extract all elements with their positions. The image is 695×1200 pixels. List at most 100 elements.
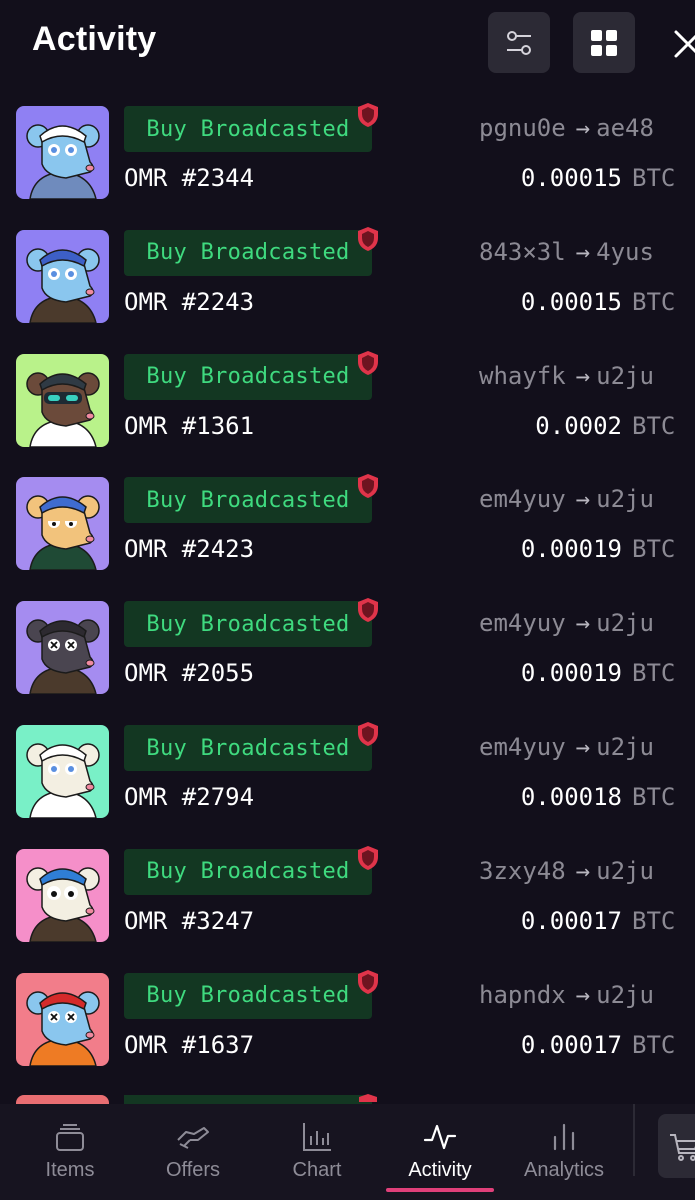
price-currency: BTC (632, 1030, 676, 1059)
from-address[interactable]: 3zxy48 (479, 857, 566, 885)
status-badge: Buy Broadcasted (124, 229, 372, 276)
nft-name[interactable]: OMR #2055 (124, 659, 254, 687)
activity-row[interactable]: Buy Broadcasted OMR #2794 em4yuy → u2ju 0.000… (0, 711, 695, 835)
status-badge (124, 1095, 372, 1104)
status-badge: Buy Broadcasted (124, 848, 372, 895)
grid-icon (591, 29, 617, 56)
arrow-right-icon: → (575, 733, 591, 761)
activity-row[interactable]: Buy Broadcasted OMR #1361 whayfk → u2ju 0.000… (0, 340, 695, 464)
from-address[interactable]: whayfk (479, 362, 566, 390)
shield-icon (358, 598, 378, 623)
to-address[interactable]: u2ju (596, 362, 654, 390)
header: Activity (0, 0, 695, 92)
nft-thumbnail[interactable] (16, 601, 109, 695)
price-value: 0.00017 (520, 1030, 622, 1059)
tab-chart[interactable]: Chart (255, 1104, 379, 1200)
nft-name[interactable]: OMR #1637 (124, 1031, 254, 1059)
nft-name[interactable]: OMR #1361 (124, 412, 254, 440)
nft-thumbnail[interactable] (16, 229, 109, 323)
shield-icon (358, 845, 378, 870)
price-currency: BTC (632, 783, 676, 811)
filter-button[interactable] (488, 12, 550, 73)
shield-icon (359, 1094, 377, 1102)
from-address[interactable]: hapndx (479, 981, 566, 1009)
transfer-route: whayfk → u2ju (479, 362, 654, 390)
activity-list: Buy Broadcasted OMR #2344 pgnu0e → ae48 0.000… (0, 92, 695, 1104)
tab-label: Chart (292, 1159, 342, 1181)
from-address[interactable]: pgnu0e (479, 114, 566, 142)
shield-icon (358, 350, 378, 375)
cart-button[interactable] (658, 1114, 695, 1178)
tab-items[interactable]: Items (8, 1104, 132, 1200)
to-address[interactable]: u2ju (596, 609, 654, 637)
shield-icon (358, 103, 378, 127)
to-address[interactable]: 4yus (596, 238, 654, 266)
arrow-right-icon: → (575, 361, 591, 390)
nft-name[interactable]: OMR #2423 (124, 535, 254, 563)
tab-label: Items (45, 1159, 95, 1181)
activity-row[interactable]: Buy Broadcasted OMR #1637 hapndx → u2ju 0.000… (0, 959, 695, 1083)
price-value: 0.00015 (520, 164, 622, 192)
to-address[interactable]: u2ju (596, 733, 654, 761)
status-badge: Buy Broadcasted (124, 601, 372, 648)
to-address[interactable]: ae48 (596, 114, 654, 142)
price-value: 0.0002 (535, 411, 622, 440)
transfer-route: em4yuy → u2ju (479, 609, 654, 637)
from-address[interactable]: em4yuy (479, 485, 566, 513)
status-badge: Buy Broadcasted (124, 477, 372, 524)
page-title: Activity (32, 20, 157, 58)
nft-thumbnail[interactable] (16, 353, 109, 447)
nft-name[interactable]: OMR #3247 (124, 907, 254, 935)
nft-thumbnail[interactable] (16, 106, 109, 199)
shield-icon (358, 969, 378, 994)
price-currency: BTC (632, 906, 676, 935)
transfer-route: hapndx → u2ju (479, 981, 654, 1009)
nav-divider (633, 1104, 635, 1176)
close-icon[interactable] (664, 24, 695, 64)
handshake-icon (177, 1127, 209, 1149)
nft-thumbnail[interactable] (16, 1095, 109, 1104)
price-value: 0.00019 (520, 535, 622, 564)
activity-pulse-icon (423, 1124, 457, 1150)
status-badge: Buy Broadcasted (124, 725, 372, 771)
price-currency: BTC (632, 659, 676, 688)
tab-activity[interactable]: Activity (378, 1104, 502, 1200)
transfer-route: 843×3l → 4yus (479, 238, 654, 266)
grid-view-button[interactable] (573, 12, 635, 73)
tab-analytics[interactable]: Analytics (502, 1104, 626, 1200)
price-currency: BTC (632, 287, 676, 316)
arrow-right-icon: → (575, 114, 591, 142)
activity-row[interactable]: Buy Broadcasted OMR #2423 em4yuy → u2ju 0.000… (0, 463, 695, 587)
price-value: 0.00015 (520, 287, 622, 316)
status-badge: Buy Broadcasted (124, 106, 372, 152)
nft-name[interactable]: OMR #2243 (124, 288, 254, 316)
tab-label: Activity (408, 1159, 472, 1181)
from-address[interactable]: 843×3l (479, 238, 566, 266)
from-address[interactable]: em4yuy (479, 609, 566, 637)
nft-thumbnail[interactable] (16, 477, 109, 571)
price-value: 0.00017 (520, 906, 622, 935)
to-address[interactable]: u2ju (596, 857, 654, 885)
stack-icon (56, 1124, 84, 1151)
activity-row[interactable]: Buy Broadcasted OMR #2055 em4yuy → u2ju 0.000… (0, 587, 695, 711)
arrow-right-icon: → (575, 856, 591, 885)
from-address[interactable]: em4yuy (479, 733, 566, 761)
activity-row[interactable]: Buy Broadcasted OMR #2344 pgnu0e → ae48 0.000… (0, 92, 695, 216)
tab-offers[interactable]: Offers (131, 1104, 255, 1200)
sliders-icon (507, 30, 531, 55)
shield-icon (358, 226, 378, 251)
nft-thumbnail[interactable] (16, 848, 109, 942)
to-address[interactable]: u2ju (596, 485, 654, 513)
status-badge: Buy Broadcasted (124, 972, 372, 1019)
cart-icon (670, 1134, 695, 1161)
activity-row[interactable]: Buy Broadcasted OMR #3247 3zxy48 → u2ju 0.000… (0, 835, 695, 959)
nft-name[interactable]: OMR #2344 (124, 164, 254, 192)
transfer-route: em4yuy → u2ju (479, 733, 654, 761)
nft-thumbnail[interactable] (16, 972, 109, 1066)
price-currency: BTC (632, 535, 676, 564)
transfer-route: 3zxy48 → u2ju (479, 857, 654, 885)
activity-row[interactable]: Buy Broadcasted OMR #2243 843×3l → 4yus 0.000… (0, 216, 695, 340)
nft-thumbnail[interactable] (16, 725, 109, 818)
nft-name[interactable]: OMR #2794 (124, 783, 254, 811)
to-address[interactable]: u2ju (596, 981, 654, 1009)
